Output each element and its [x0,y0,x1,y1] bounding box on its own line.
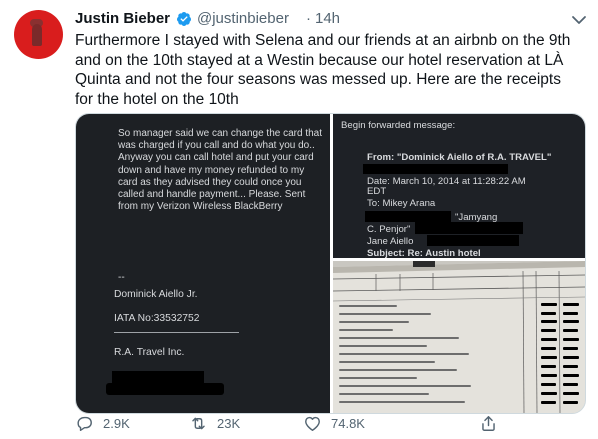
reply-count: 2.9K [103,415,130,431]
email-message-text: So manager said we can change the card t… [118,128,323,213]
tweet-header: Justin Bieber @justinbieber · 14h [75,9,598,31]
forwarded-label: Begin forwarded message: [341,120,456,131]
recipient-jane: Jane Aiello [367,236,414,247]
like-button[interactable]: 74.8K [303,410,365,436]
author-handle[interactable]: @justinbieber [197,9,289,29]
redaction-block [365,211,451,222]
photo-hotel-receipt[interactable] [333,261,585,413]
chevron-down-icon[interactable] [571,14,587,26]
redaction-block [363,164,508,174]
tweet-text: Furthermore I stayed with Selena and our… [75,32,571,108]
subject-line: Subject: Re: Austin hotel [367,248,481,259]
reply-icon [77,416,92,431]
tweet-actions: 2.9K 23K 74.8K [75,410,535,436]
redaction-block [415,222,523,234]
recipient-c-penjor: C. Penjor" [367,224,411,235]
signature-iata: IATA No:33532752 [114,313,200,324]
reply-button[interactable]: 2.9K [75,410,130,436]
photo-email-message[interactable]: So manager said we can change the card t… [76,114,330,413]
date-timezone: EDT [367,186,387,197]
date-line: Date: March 10, 2014 at 11:28:22 AM [367,176,526,187]
signature-name: Dominick Aiello Jr. [114,289,198,300]
retweet-count: 23K [217,415,241,431]
signature-dashes: -- [118,272,125,283]
redaction-block [106,383,224,395]
heart-icon [305,416,320,431]
separator-dot: · [306,10,311,27]
share-icon [482,415,495,431]
author-name[interactable]: Justin Bieber [75,9,170,29]
from-line: From: "Dominick Aiello of R.A. TRAVEL" [367,152,552,163]
redaction-block [427,235,519,246]
photo-forwarded-email[interactable]: Begin forwarded message: From: "Dominick… [333,114,585,259]
to-line: To: Mikey Arana [367,198,436,209]
like-count: 74.8K [331,415,365,431]
retweet-icon [192,417,205,429]
signature-divider [114,332,239,333]
media-grid: So manager said we can change the card t… [75,113,586,414]
avatar[interactable] [14,10,63,59]
share-button[interactable] [479,410,498,436]
verified-badge-icon [176,12,191,26]
signature-agency: R.A. Travel Inc. [114,347,185,358]
retweet-button[interactable]: 23K [189,410,240,436]
timestamp[interactable]: 14h [315,9,340,29]
avatar-figure-body [32,24,42,46]
